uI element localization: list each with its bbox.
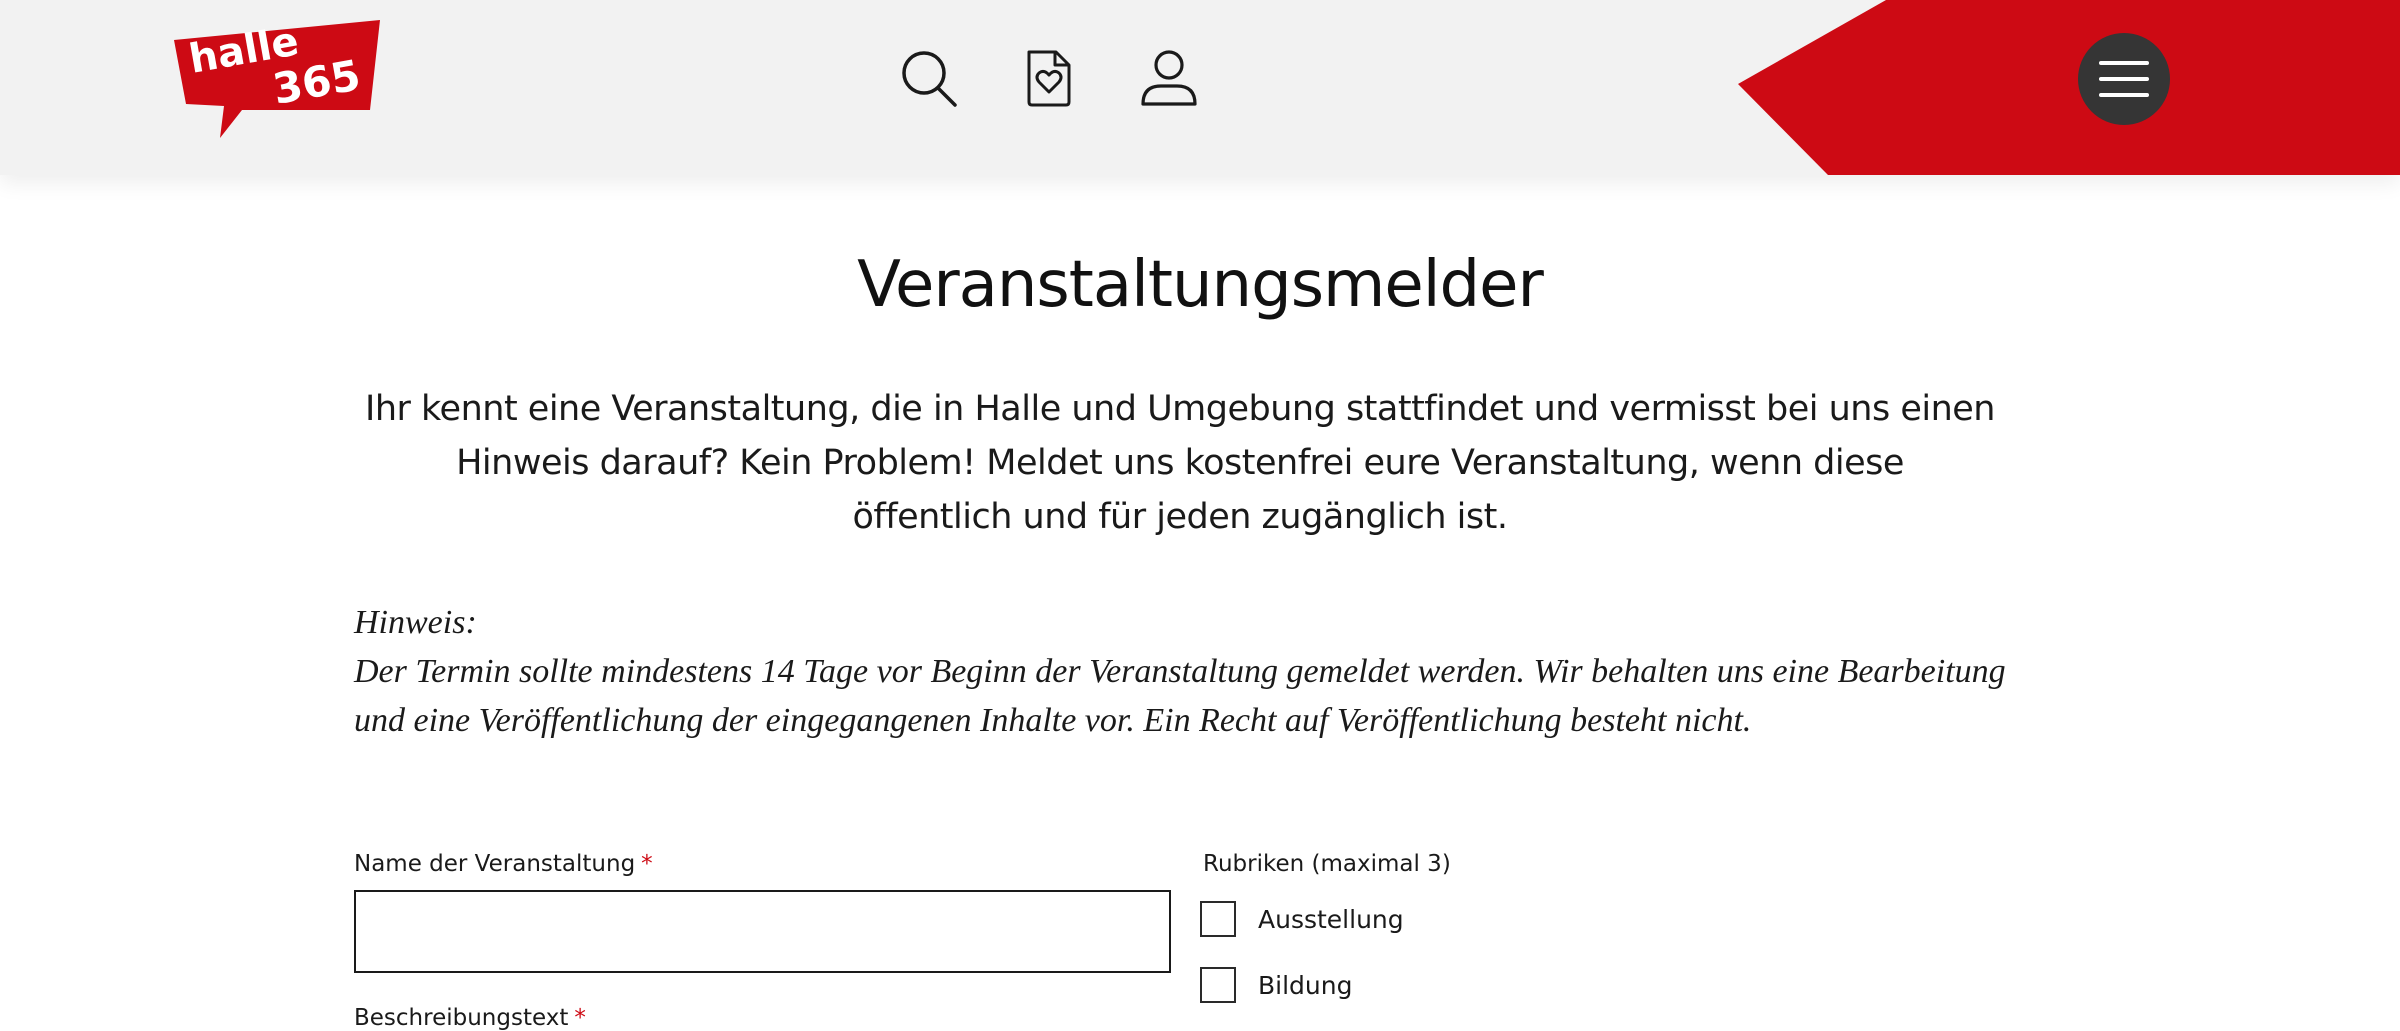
hint-heading: Hinweis: <box>354 604 477 641</box>
event-name-label: Name der Veranstaltung * <box>354 851 653 877</box>
event-name-input[interactable] <box>354 890 1171 973</box>
category-option-label: Bildung <box>1258 970 1353 1000</box>
category-option-label: Ausstellung <box>1258 904 1404 934</box>
hamburger-bar <box>2099 93 2149 97</box>
user-icon <box>1141 50 1197 106</box>
required-mark: * <box>641 851 653 877</box>
favorites-button[interactable] <box>1016 45 1082 111</box>
intro-line: öffentlich und für jeden zugänglich ist. <box>852 497 1508 537</box>
favorites-document-icon <box>1027 50 1071 107</box>
required-mark: * <box>574 1005 586 1031</box>
page-title: Veranstaltungsmelder <box>857 248 1544 322</box>
site-header: halle 365 <box>0 0 2400 175</box>
halle365-logo[interactable]: halle 365 <box>172 18 384 140</box>
header-red-banner <box>1738 0 2400 175</box>
logo-speech-bubble-icon: halle 365 <box>174 18 380 138</box>
search-button[interactable] <box>896 45 962 111</box>
hint-line: und eine Veröffentlichung der eingegange… <box>354 702 1752 739</box>
intro-line: Ihr kennt eine Veranstaltung, die in Hal… <box>365 389 1995 429</box>
hamburger-bar <box>2099 77 2149 81</box>
event-name-label-text: Name der Veranstaltung <box>354 851 636 877</box>
category-option-ausstellung[interactable]: Ausstellung <box>1200 901 1404 937</box>
hint-notice: Hinweis: Der Termin sollte mindestens 14… <box>354 598 2074 745</box>
categories-label: Rubriken (maximal 3) <box>1203 851 1451 877</box>
search-icon <box>902 51 957 107</box>
hint-line: Der Termin sollte mindestens 14 Tage vor… <box>354 653 2006 690</box>
category-checkbox[interactable] <box>1200 901 1236 937</box>
description-label: Beschreibungstext * <box>354 1005 586 1031</box>
intro-line: Hinweis darauf? Kein Problem! Meldet uns… <box>456 443 1904 483</box>
intro-text: Ihr kennt eine Veranstaltung, die in Hal… <box>330 382 2030 544</box>
account-button[interactable] <box>1136 45 1202 111</box>
description-label-text: Beschreibungstext <box>354 1005 569 1031</box>
category-checkbox[interactable] <box>1200 967 1236 1003</box>
hamburger-menu-icon <box>2099 61 2149 65</box>
hamburger-menu-button[interactable] <box>2078 33 2170 125</box>
category-option-bildung[interactable]: Bildung <box>1200 967 1352 1003</box>
